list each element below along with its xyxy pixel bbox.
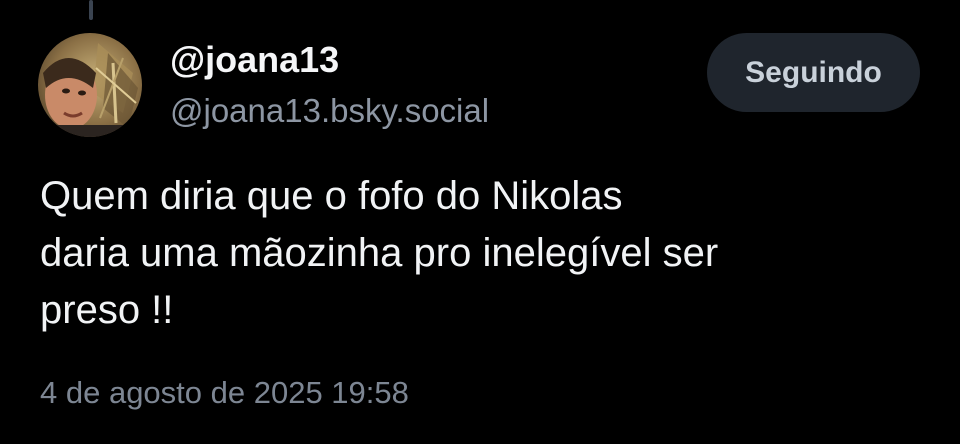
author-handle[interactable]: @joana13.bsky.social	[170, 90, 489, 132]
avatar[interactable]	[38, 33, 142, 137]
author-display-name[interactable]: @joana13	[170, 38, 339, 82]
post-timestamp: 4 de agosto de 2025 19:58	[40, 375, 409, 410]
user-avatar-photo-icon	[38, 33, 142, 137]
post-text: Quem diria que o fofo do Nikolas daria u…	[40, 174, 719, 332]
following-button[interactable]: Seguindo	[707, 33, 920, 112]
thread-connector-line	[89, 0, 93, 20]
